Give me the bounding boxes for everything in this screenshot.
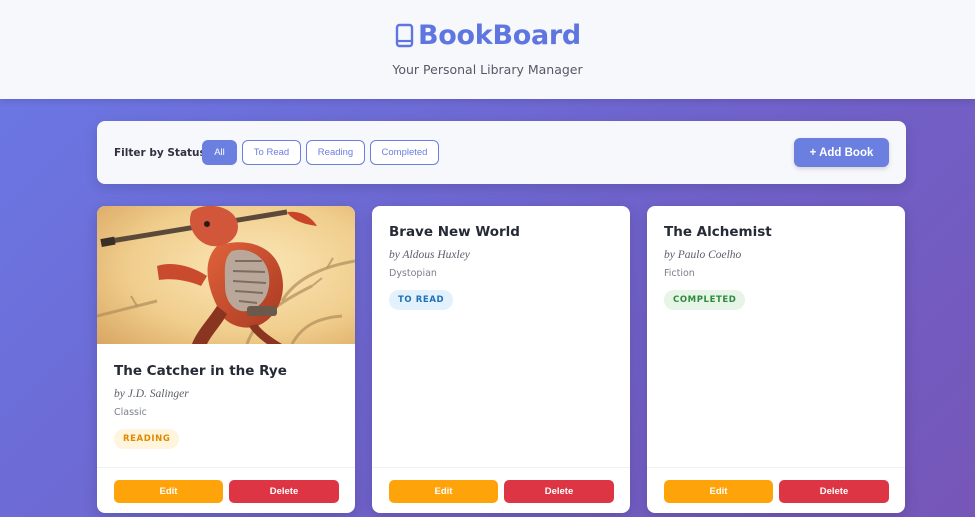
- book-card: Brave New World by Aldous Huxley Dystopi…: [372, 206, 630, 513]
- filter-label: Filter by Status:: [114, 147, 210, 159]
- app-tagline: Your Personal Library Manager: [392, 62, 583, 77]
- app-title: BookBoard: [418, 20, 581, 51]
- delete-button[interactable]: Delete: [779, 480, 889, 503]
- book-genre: Classic: [114, 407, 147, 418]
- add-book-button[interactable]: + Add Book: [794, 138, 889, 167]
- status-badge: COMPLETED: [664, 290, 746, 310]
- book-icon: [394, 23, 416, 49]
- edit-button[interactable]: Edit: [389, 480, 498, 503]
- book-genre: Fiction: [664, 268, 695, 279]
- card-body: Brave New World by Aldous Huxley Dystopi…: [389, 224, 613, 310]
- card-footer: Edit Delete: [647, 467, 905, 513]
- card-footer: Edit Delete: [97, 467, 355, 513]
- filter-bar: Filter by Status: All To Read Reading Co…: [97, 121, 906, 184]
- card-body: The Catcher in the Rye by J.D. Salinger …: [114, 363, 338, 449]
- book-cover-image: [97, 206, 355, 345]
- filter-chip-completed[interactable]: Completed: [370, 140, 439, 165]
- book-title: The Alchemist: [664, 224, 772, 240]
- book-title: Brave New World: [389, 224, 520, 240]
- filter-chip-to-read[interactable]: To Read: [242, 140, 301, 165]
- edit-button[interactable]: Edit: [664, 480, 773, 503]
- edit-button[interactable]: Edit: [114, 480, 223, 503]
- status-badge: READING: [114, 429, 180, 449]
- delete-button[interactable]: Delete: [229, 480, 339, 503]
- filter-chip-all[interactable]: All: [202, 140, 237, 165]
- book-card: The Alchemist by Paulo Coelho Fiction CO…: [647, 206, 905, 513]
- book-genre: Dystopian: [389, 268, 437, 279]
- book-author: by J.D. Salinger: [114, 388, 189, 400]
- card-body: The Alchemist by Paulo Coelho Fiction CO…: [664, 224, 888, 310]
- delete-button[interactable]: Delete: [504, 480, 614, 503]
- book-author: by Paulo Coelho: [664, 249, 742, 261]
- filter-chip-reading[interactable]: Reading: [306, 140, 365, 165]
- book-title: The Catcher in the Rye: [114, 363, 287, 379]
- book-card: The Catcher in the Rye by J.D. Salinger …: [97, 206, 355, 513]
- app-header: BookBoard Your Personal Library Manager: [0, 0, 975, 99]
- brand: BookBoard: [0, 20, 975, 51]
- book-author: by Aldous Huxley: [389, 249, 470, 261]
- status-badge: TO READ: [389, 290, 454, 310]
- card-footer: Edit Delete: [372, 467, 630, 513]
